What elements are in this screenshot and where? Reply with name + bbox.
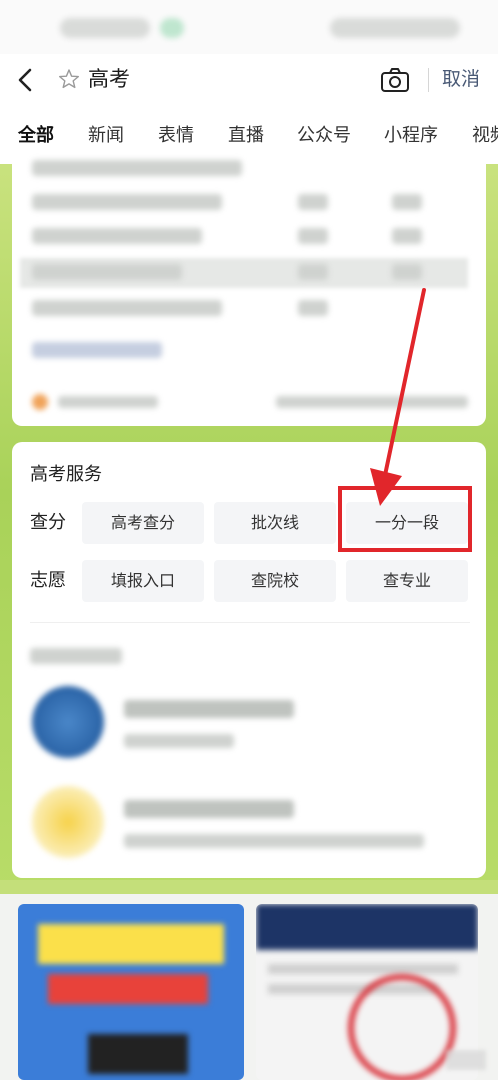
table-row-blur [32, 160, 242, 176]
row-label-score: 查分 [30, 512, 66, 533]
news-thumbnail[interactable] [18, 904, 244, 1080]
thumbnail-stamp-blur [348, 974, 456, 1080]
batch-line-button[interactable]: 批次线 [214, 502, 336, 544]
table-cell-blur [392, 194, 422, 210]
tab-videos[interactable]: 视频 [472, 124, 498, 148]
tab-official-accounts[interactable]: 公众号 [297, 124, 351, 148]
official-accounts-heading-blur [30, 648, 122, 664]
account-desc-blur [124, 834, 424, 848]
table-row-blur [32, 300, 222, 316]
application-entry-button[interactable]: 填报入口 [82, 560, 204, 602]
source-text-blur [58, 396, 158, 408]
search-input[interactable]: 高考 [88, 64, 130, 94]
table-cell-blur [298, 300, 328, 316]
table-cell-blur [298, 194, 328, 210]
thumbnail-block-blur [88, 1034, 188, 1074]
tab-live[interactable]: 直播 [228, 124, 264, 148]
category-tabs: 全部 新闻 表情 直播 公众号 小程序 视频 [0, 106, 498, 164]
table-cell-blur [392, 228, 422, 244]
table-row-blur [32, 264, 182, 280]
table-cell-blur [298, 228, 328, 244]
search-bar: 高考 取消 [0, 54, 498, 106]
thumbnail-text-blur [268, 964, 458, 974]
thumbnail-header-blur [256, 904, 478, 950]
camera-icon[interactable] [380, 66, 410, 94]
status-icon-blur [160, 18, 184, 38]
news-thumbnail[interactable] [256, 904, 478, 1080]
tab-news[interactable]: 新闻 [88, 124, 124, 148]
account-avatar[interactable] [32, 786, 104, 858]
check-score-button[interactable]: 高考查分 [82, 502, 204, 544]
tab-mini-programs[interactable]: 小程序 [384, 124, 438, 148]
thumbnail-banner-blur [38, 924, 224, 964]
services-divider [30, 622, 470, 623]
status-indicators-blur [330, 18, 460, 38]
search-majors-button[interactable]: 查专业 [346, 560, 468, 602]
tab-stickers[interactable]: 表情 [158, 124, 194, 148]
status-bar [0, 0, 498, 54]
table-cell-blur [392, 264, 422, 280]
table-row-blur [32, 194, 222, 210]
result-frame-bottom [0, 880, 498, 894]
source-icon [32, 394, 48, 410]
account-avatar[interactable] [32, 686, 104, 758]
thumbnail-band-blur [48, 974, 208, 1004]
search-divider [428, 68, 429, 92]
annotation-arrow-icon [370, 288, 426, 506]
account-name-blur[interactable] [124, 700, 294, 718]
tab-all[interactable]: 全部 [18, 124, 54, 148]
annotation-highlight-box [338, 486, 472, 552]
services-title: 高考服务 [30, 464, 102, 485]
search-colleges-button[interactable]: 查院校 [214, 560, 336, 602]
table-link-blur [32, 342, 162, 358]
back-icon[interactable] [14, 66, 38, 94]
watermark-blur [446, 1050, 486, 1070]
star-icon[interactable] [58, 68, 80, 90]
account-name-blur[interactable] [124, 800, 294, 818]
table-row-blur [32, 228, 202, 244]
cancel-button[interactable]: 取消 [442, 64, 480, 94]
table-cell-blur [298, 264, 328, 280]
account-desc-blur [124, 734, 234, 748]
row-label-application: 志愿 [30, 570, 66, 591]
status-time-blur [60, 18, 150, 38]
